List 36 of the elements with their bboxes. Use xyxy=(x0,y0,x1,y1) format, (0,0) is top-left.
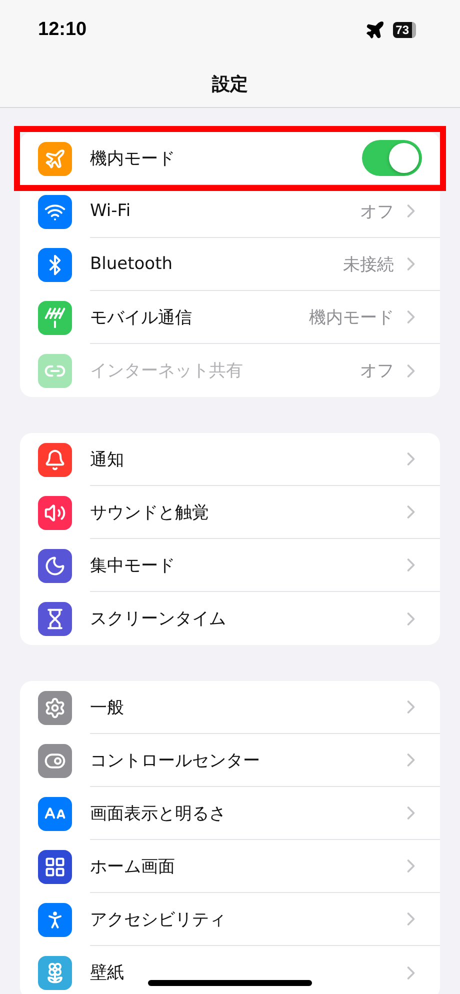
settings-row[interactable]: サウンドと触覚 xyxy=(20,486,440,539)
row-label: Wi-Fi xyxy=(90,201,131,221)
settings-row[interactable]: アクセシビリティ xyxy=(20,893,440,946)
settings-row[interactable]: 通知 xyxy=(20,433,440,486)
row-label: アクセシビリティ xyxy=(90,908,226,930)
row-label: ホーム画面 xyxy=(90,856,175,878)
settings-row[interactable]: ホーム画面 xyxy=(20,840,440,893)
row-value: 未接続 xyxy=(343,254,394,276)
battery-level: 73 xyxy=(392,22,416,38)
page-title: 設定 xyxy=(212,72,248,96)
row-label: サウンドと触覚 xyxy=(90,502,209,524)
settings-row[interactable]: モバイル通信 機内モード xyxy=(20,291,440,344)
row-value: オフ xyxy=(360,360,394,382)
settings-row[interactable]: スクリーンタイム xyxy=(20,592,440,645)
row-label: 集中モード xyxy=(90,554,175,576)
settings-row[interactable]: Bluetooth 未接続 xyxy=(20,238,440,291)
toggle-switch[interactable] xyxy=(362,140,422,176)
row-label: スクリーンタイム xyxy=(90,608,226,630)
row-label: インターネット共有 xyxy=(90,360,243,382)
settings-row[interactable]: 集中モード xyxy=(20,539,440,592)
row-label: 機内モード xyxy=(90,148,175,170)
highlighted-settings-row[interactable]: 機内モード xyxy=(20,132,440,185)
status-time: 12:10 xyxy=(38,19,87,41)
row-label: コントロールセンター xyxy=(90,750,260,772)
settings-row[interactable]: 画面表示と明るさ xyxy=(20,787,440,840)
row-label: 画面表示と明るさ xyxy=(90,802,226,824)
row-label: 一般 xyxy=(90,696,124,718)
settings-row[interactable]: コントロールセンター xyxy=(20,734,440,787)
settings-row[interactable]: 一般 xyxy=(20,681,440,734)
row-label: モバイル通信 xyxy=(90,306,192,328)
row-label: 通知 xyxy=(90,448,124,470)
settings-row[interactable]: Wi-Fi オフ xyxy=(20,185,440,238)
row-value: 機内モード xyxy=(309,306,394,328)
row-label: Bluetooth xyxy=(90,254,173,274)
row-value: オフ xyxy=(360,200,394,222)
row-label: 壁紙 xyxy=(90,962,124,984)
